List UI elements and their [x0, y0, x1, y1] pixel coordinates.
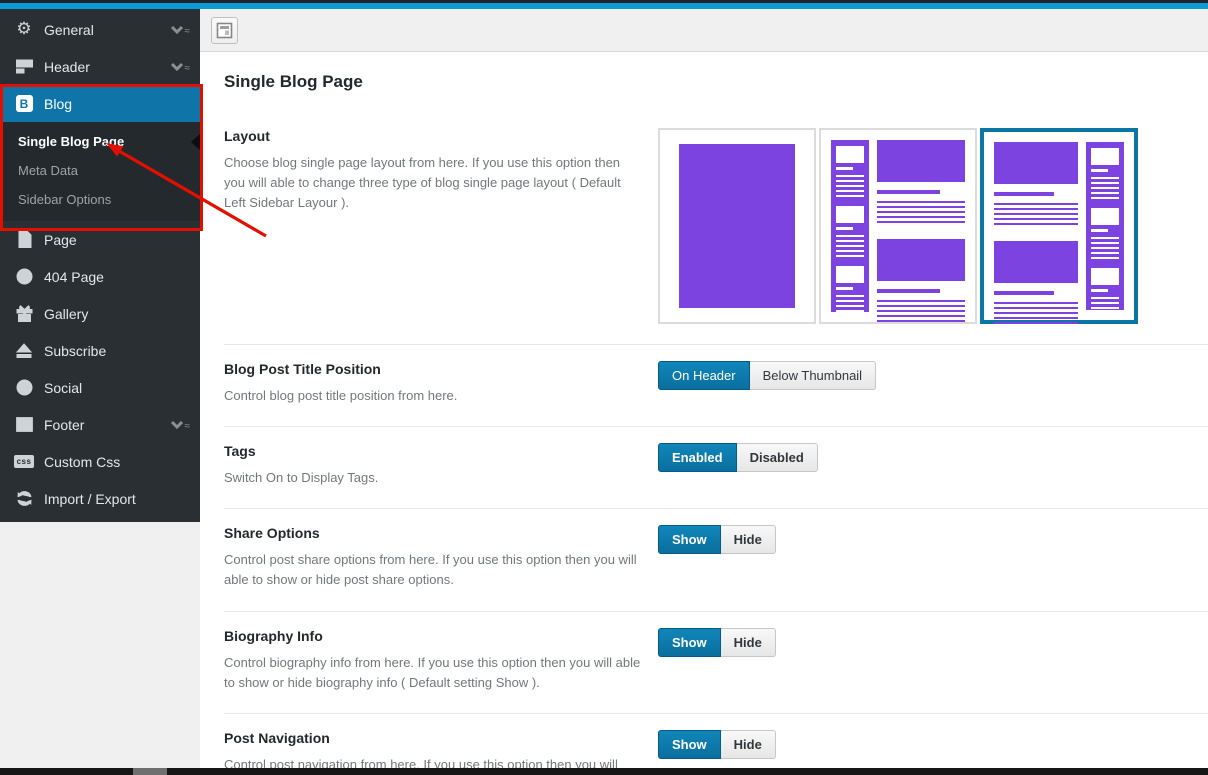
layout-option-left-sidebar[interactable] [819, 128, 977, 324]
current-item-pointer-icon [191, 134, 200, 150]
hide-button[interactable]: Hide [721, 730, 776, 759]
tags-toggle: Enabled Disabled [658, 443, 818, 472]
page-icon [14, 230, 34, 250]
section-title: Tags [224, 443, 644, 459]
show-button[interactable]: Show [658, 525, 721, 554]
sidebar-item-label: General [44, 22, 94, 38]
globe-icon [14, 378, 34, 398]
blog-b-icon: B [14, 94, 34, 114]
section-description: Switch On to Display Tags. [224, 468, 644, 488]
section-blog-post-title-position: Blog Post Title Position Control blog po… [224, 345, 1208, 426]
sidebar-item-subscribe[interactable]: Subscribe [0, 332, 200, 369]
sidebar-item-custom-css[interactable]: css Custom Css [0, 443, 200, 480]
sidebar-item-header[interactable]: Header ≈ [0, 48, 200, 85]
hide-button[interactable]: Hide [721, 525, 776, 554]
enabled-button[interactable]: Enabled [658, 443, 737, 472]
sidebar-item-social[interactable]: Social [0, 369, 200, 406]
eject-icon [14, 341, 34, 361]
section-description: Control post share options from here. If… [224, 550, 644, 590]
section-tags: Tags Switch On to Display Tags. Enabled … [224, 427, 1208, 508]
sidebar-item-label: Gallery [44, 306, 88, 322]
hide-button[interactable]: Hide [721, 628, 776, 657]
section-title: Blog Post Title Position [224, 361, 644, 377]
submenu-item-sidebar-options[interactable]: Sidebar Options [0, 185, 200, 214]
post-navigation-toggle: Show Hide [658, 730, 776, 759]
page-title: Single Blog Page [224, 72, 1208, 92]
biography-info-toggle: Show Hide [658, 628, 776, 657]
right-sidebar-preview [1086, 142, 1124, 310]
footer-icon [14, 415, 34, 435]
section-description: Control blog post title position from he… [224, 386, 644, 406]
ban-icon [14, 267, 34, 287]
blog-submenu: Single Blog Page Meta Data Sidebar Optio… [0, 122, 200, 221]
sync-icon [14, 489, 34, 509]
sidebar-item-404-page[interactable]: 404 Page [0, 258, 200, 295]
sidebar-item-label: Social [44, 380, 82, 396]
horizontal-scrollbar-thumb[interactable] [133, 768, 167, 775]
sidebar-item-blog[interactable]: B Blog [0, 85, 200, 122]
section-post-navigation: Post Navigation Control post navigation … [224, 714, 1208, 768]
sidebar-item-label: Header [44, 59, 90, 75]
section-description: Control post navigation from here. If yo… [224, 755, 644, 768]
settings-content: Single Blog Page Layout Choose blog sing… [200, 52, 1208, 768]
title-position-toggle: On Header Below Thumbnail [658, 361, 876, 390]
full-width-preview [679, 144, 795, 308]
sidebar-item-label: Subscribe [44, 343, 106, 359]
section-title: Share Options [224, 525, 644, 541]
show-button[interactable]: Show [658, 628, 721, 657]
horizontal-scrollbar[interactable] [0, 768, 1208, 775]
section-description: Control biography info from here. If you… [224, 653, 644, 693]
sidebar-item-general[interactable]: ⚙ General ≈ [0, 11, 200, 48]
sidebar-item-import-export[interactable]: Import / Export [0, 480, 200, 517]
admin-top-blue-bar [0, 3, 1208, 9]
section-layout: Layout Choose blog single page layout fr… [224, 104, 1208, 344]
section-description: Choose blog single page layout from here… [224, 153, 644, 213]
css-badge-icon: css [14, 452, 34, 472]
gear-icon: ⚙ [14, 20, 34, 40]
chevron-down-icon: ≈ [170, 61, 191, 72]
disabled-button[interactable]: Disabled [737, 443, 818, 472]
sidebar-item-gallery[interactable]: Gallery [0, 295, 200, 332]
sidebar-item-label: Page [44, 232, 77, 248]
section-title: Post Navigation [224, 730, 644, 746]
left-sidebar-preview [831, 140, 869, 312]
sidebar-item-page[interactable]: Page [0, 221, 200, 258]
layout-option-group [658, 128, 1138, 324]
header-icon [14, 57, 34, 77]
sidebar-item-label: Import / Export [44, 491, 136, 507]
chevron-down-icon: ≈ [170, 24, 191, 35]
sidebar-item-label: 404 Page [44, 269, 104, 285]
layout-panels-icon[interactable] [211, 17, 238, 44]
sidebar-item-label: Custom Css [44, 454, 120, 470]
main-panel: Single Blog Page Layout Choose blog sing… [200, 9, 1208, 775]
section-title: Layout [224, 128, 644, 144]
show-button[interactable]: Show [658, 730, 721, 759]
layout-option-full-width[interactable] [658, 128, 816, 324]
sidebar-item-footer[interactable]: Footer ≈ [0, 406, 200, 443]
chevron-down-icon: ≈ [170, 419, 191, 430]
submenu-item-single-blog-page[interactable]: Single Blog Page [0, 127, 200, 156]
submenu-item-meta-data[interactable]: Meta Data [0, 156, 200, 185]
gift-icon [14, 304, 34, 324]
options-sidebar: ⚙ General ≈ Header ≈ B Blog Single Blog … [0, 9, 200, 522]
layout-option-right-sidebar[interactable] [980, 128, 1138, 324]
sidebar-item-label: Footer [44, 417, 84, 433]
share-options-toggle: Show Hide [658, 525, 776, 554]
section-title: Biography Info [224, 628, 644, 644]
sidebar-item-label: Blog [44, 96, 72, 112]
on-header-button[interactable]: On Header [658, 361, 750, 390]
below-thumbnail-button[interactable]: Below Thumbnail [750, 361, 876, 390]
section-share-options: Share Options Control post share options… [224, 509, 1208, 610]
options-toolbar [200, 9, 1208, 52]
section-biography-info: Biography Info Control biography info fr… [224, 612, 1208, 713]
